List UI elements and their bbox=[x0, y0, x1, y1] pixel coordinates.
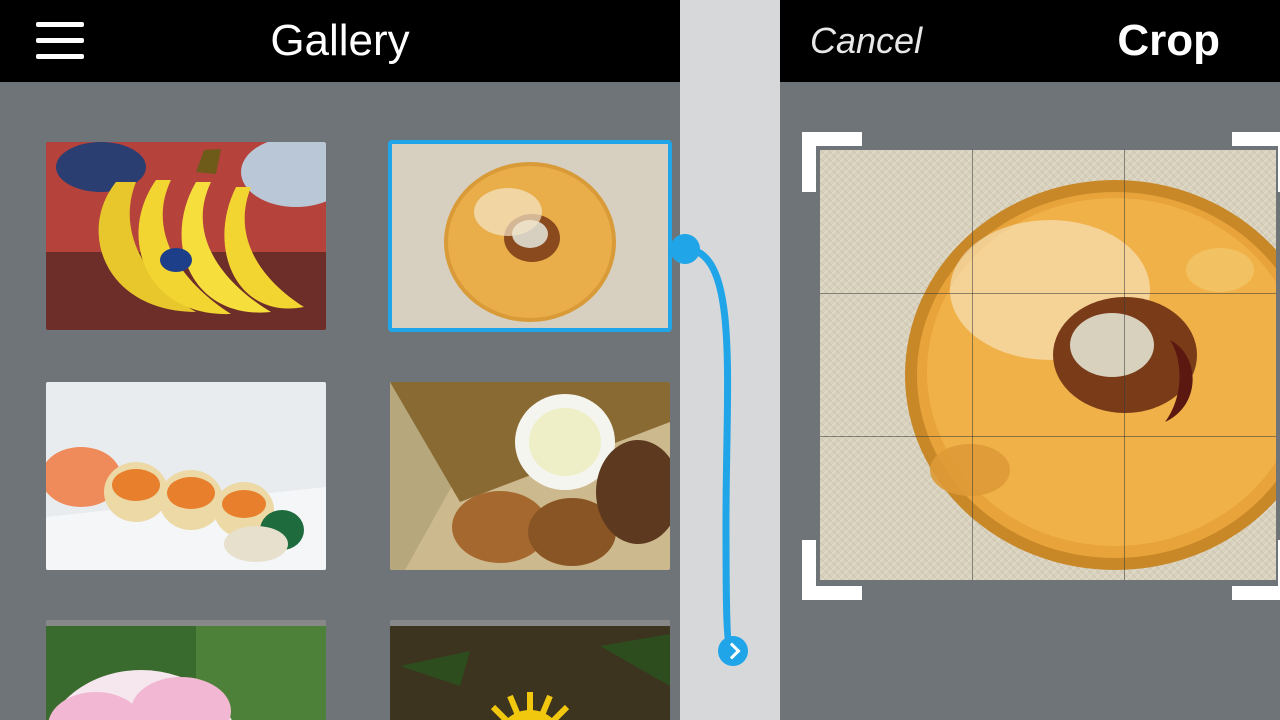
thumb-dandelion[interactable] bbox=[390, 620, 670, 720]
crop-panel: Cancel Crop bbox=[780, 0, 1280, 720]
thumb-bread-dip[interactable] bbox=[390, 382, 670, 570]
crop-handle-top-right[interactable] bbox=[1232, 132, 1280, 192]
gallery-title: Gallery bbox=[0, 0, 680, 82]
thumb-bananas[interactable] bbox=[46, 142, 326, 330]
panel-divider bbox=[680, 0, 780, 720]
gallery-header: Gallery bbox=[0, 0, 680, 82]
thumb-pink-flower[interactable] bbox=[46, 620, 326, 720]
crop-handle-top-left[interactable] bbox=[802, 132, 862, 192]
thumb-sushi[interactable] bbox=[46, 382, 326, 570]
cancel-button[interactable]: Cancel bbox=[810, 0, 922, 82]
thumb-donut[interactable] bbox=[390, 142, 670, 330]
crop-handle-bottom-left[interactable] bbox=[802, 540, 862, 600]
crop-image bbox=[820, 150, 1276, 580]
gallery-panel: Gallery bbox=[0, 0, 680, 720]
crop-handle-bottom-right[interactable] bbox=[1232, 540, 1280, 600]
crop-title: Crop bbox=[1117, 0, 1220, 82]
crop-area[interactable] bbox=[810, 140, 1280, 600]
app-stage: Gallery bbox=[0, 0, 1280, 720]
crop-header: Cancel Crop bbox=[780, 0, 1280, 82]
thumbnail-grid bbox=[0, 82, 680, 720]
